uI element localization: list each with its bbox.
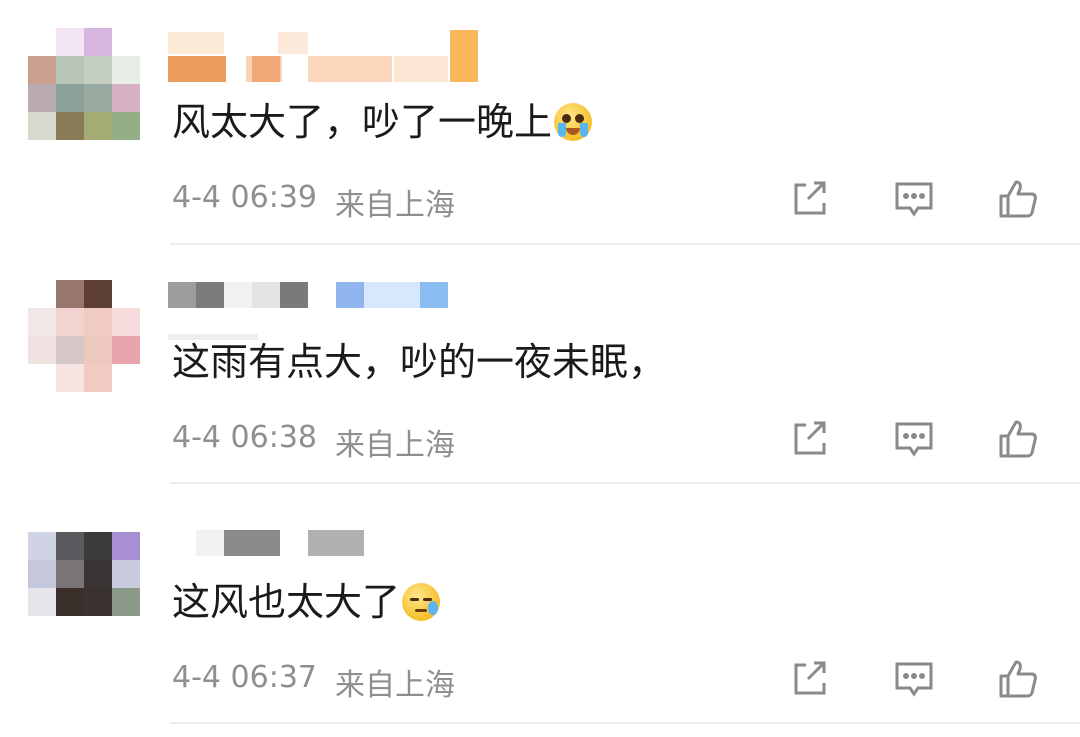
- comment-actions: [788, 657, 1040, 701]
- share-icon[interactable]: [788, 177, 832, 221]
- comment-location: 来自上海: [335, 668, 455, 703]
- username-blurred[interactable]: [168, 278, 488, 340]
- comment-meta: 4-4 06:38 来自上海: [172, 420, 455, 464]
- avatar[interactable]: [28, 28, 140, 140]
- username-blurred[interactable]: [168, 526, 488, 580]
- comment-icon[interactable]: [892, 417, 936, 461]
- comment-meta: 4-4 06:39 来自上海: [172, 180, 455, 224]
- comment-meta: 4-4 06:37 来自上海: [172, 660, 455, 704]
- like-icon[interactable]: [996, 657, 1040, 701]
- share-icon[interactable]: [788, 657, 832, 701]
- comment-text: 这风也太大了: [172, 578, 441, 626]
- comment-location: 来自上海: [335, 188, 455, 223]
- divider: [170, 722, 1080, 724]
- avatar[interactable]: [28, 280, 140, 392]
- comment-text: 风太大了，吵了一晚上: [172, 98, 593, 146]
- comment-icon[interactable]: [892, 177, 936, 221]
- sweat-face-emoji-icon: [402, 583, 441, 621]
- share-icon[interactable]: [788, 417, 832, 461]
- comment-time: 4-4 06:38: [172, 420, 317, 455]
- comment-text: 这雨有点大，吵的一夜未眠，: [172, 340, 667, 384]
- avatar[interactable]: [28, 532, 140, 644]
- like-icon[interactable]: [996, 417, 1040, 461]
- like-icon[interactable]: [996, 177, 1040, 221]
- username-blurred[interactable]: [168, 28, 488, 82]
- comment-item: 这雨有点大，吵的一夜未眠， 4-4 06:38 来自上海: [0, 240, 1080, 484]
- comment-icon[interactable]: [892, 657, 936, 701]
- comment-actions: [788, 177, 1040, 221]
- comment-location: 来自上海: [335, 428, 455, 463]
- comment-time: 4-4 06:39: [172, 180, 317, 215]
- crying-face-emoji-icon: [554, 103, 593, 141]
- comment-item: 风太大了，吵了一晚上 4-4 06:39 来自上海: [0, 0, 1080, 245]
- comment-item: 这风也太大了 4-4 06:37 来自上海: [0, 480, 1080, 724]
- comment-time: 4-4 06:37: [172, 660, 317, 695]
- comment-actions: [788, 417, 1040, 461]
